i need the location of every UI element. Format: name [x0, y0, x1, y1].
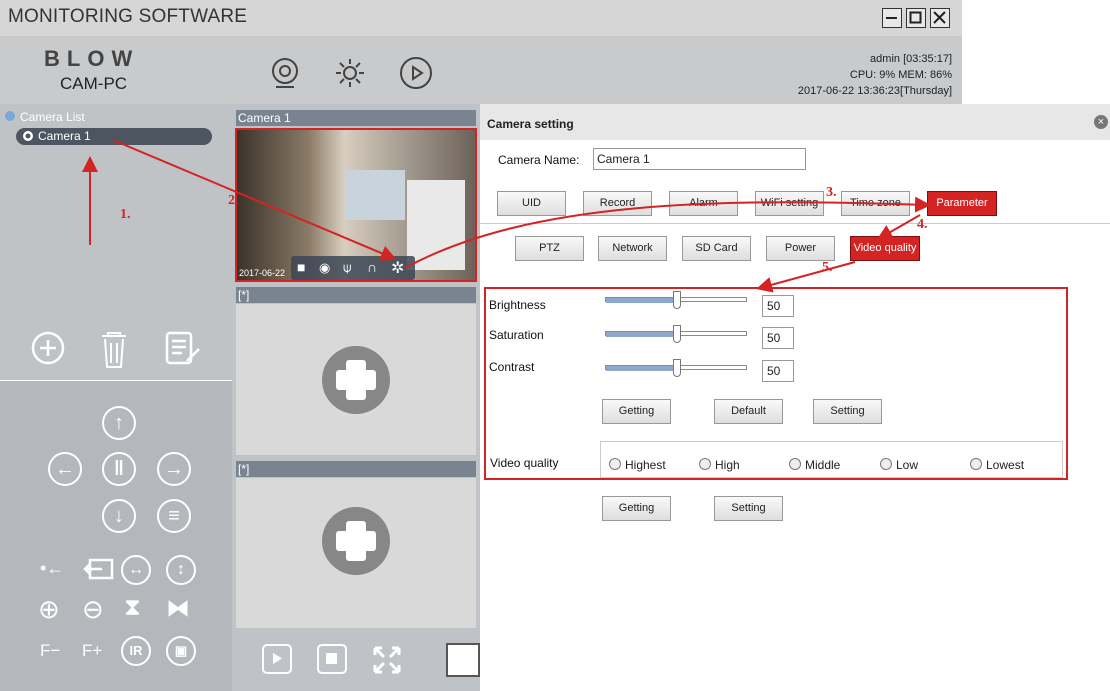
- annotation-1: 1.: [120, 207, 131, 222]
- annotation-arrows: [82, 139, 931, 293]
- annotation-2: 2.: [228, 193, 239, 208]
- annotation-5: 5.: [822, 260, 833, 275]
- annotation-4: 4.: [917, 217, 928, 232]
- annotation-3: 3.: [826, 185, 837, 200]
